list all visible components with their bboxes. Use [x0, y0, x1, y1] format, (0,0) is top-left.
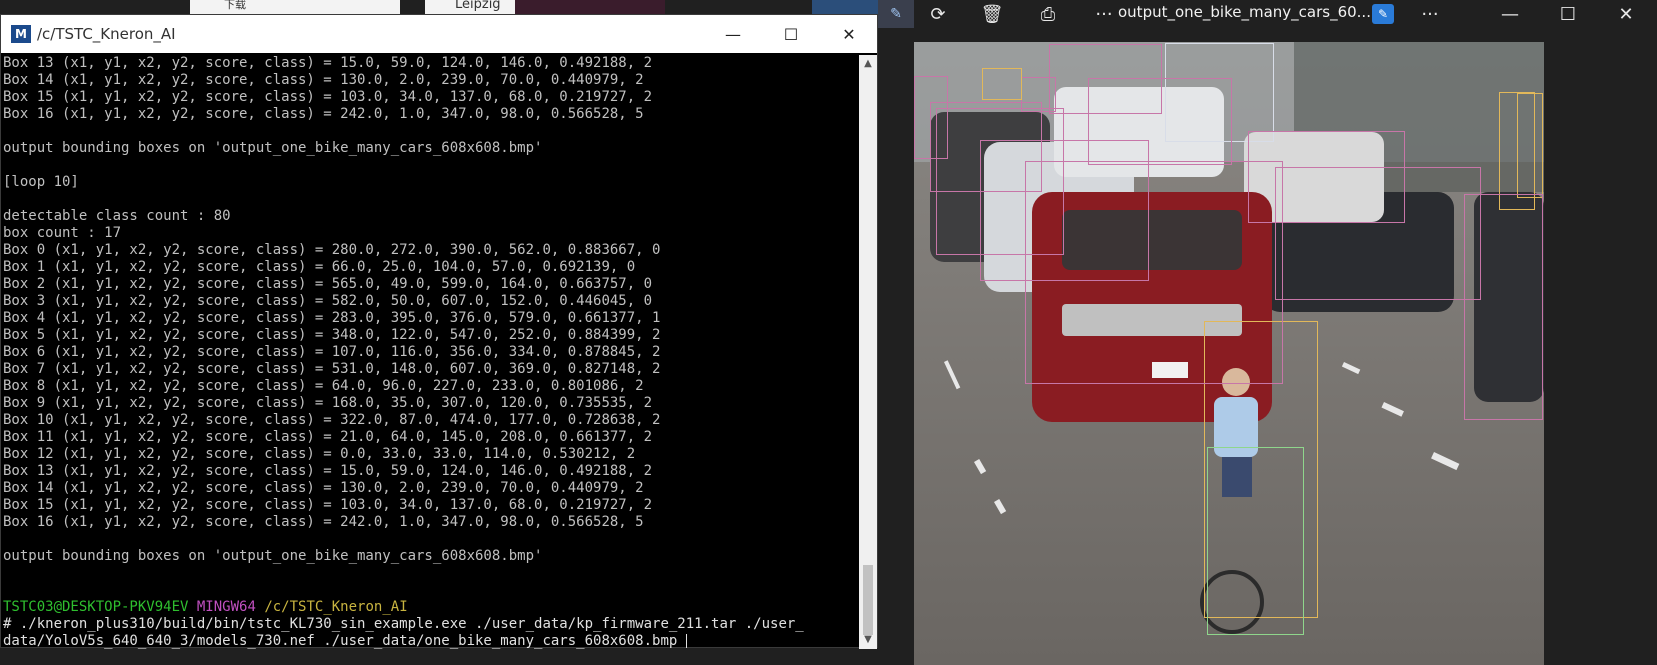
- scroll-down-arrow-icon[interactable]: ▼: [859, 631, 877, 649]
- terminal-output-line: Box 3 (x1, y1, x2, y2, score, class) = 5…: [3, 293, 653, 309]
- detection-box: [982, 67, 1022, 101]
- terminal-output-line: Box 14 (x1, y1, x2, y2, score, class) = …: [3, 72, 644, 88]
- delete-icon: 🗑: [980, 3, 1004, 25]
- mintty-app-icon: M: [11, 25, 31, 43]
- terminal-output-line: output bounding boxes on 'output_one_bik…: [3, 548, 543, 564]
- image-filename: output_one_bike_many_cars_60...: [1118, 3, 1371, 21]
- terminal-output[interactable]: Box 13 (x1, y1, x2, y2, score, class) = …: [1, 55, 859, 649]
- close-button[interactable]: ✕: [821, 15, 877, 53]
- edit-partial-button[interactable]: ✎: [878, 0, 914, 28]
- delete-button[interactable]: 🗑: [968, 0, 1016, 28]
- rotate-button[interactable]: ⟳: [914, 0, 962, 28]
- terminal-output-line: Box 1 (x1, y1, x2, y2, score, class) = 6…: [3, 259, 636, 275]
- scrollbar-thumb[interactable]: [863, 565, 873, 635]
- prompt-path: /c/TSTC_Kneron_AI: [264, 599, 408, 615]
- background-tab-label: Leipzig: [455, 0, 501, 12]
- viewer-minimize-button[interactable]: —: [1486, 0, 1534, 28]
- terminal-output-line: Box 4 (x1, y1, x2, y2, score, class) = 2…: [3, 310, 661, 326]
- background-window-tab: Leipzig: [425, 0, 515, 14]
- terminal-output-line: Box 12 (x1, y1, x2, y2, score, class) = …: [3, 446, 636, 462]
- photo-viewer-window: ✎ ⟳ 🗑 ⎙ ··· output_one_bike_many_cars_60…: [878, 0, 1657, 665]
- minimize-button[interactable]: —: [705, 15, 761, 53]
- close-icon: ✕: [842, 24, 856, 44]
- terminal-output-line: Box 8 (x1, y1, x2, y2, score, class) = 6…: [3, 378, 644, 394]
- detection-result-image: [914, 42, 1544, 665]
- terminal-output-line: Box 16 (x1, y1, x2, y2, score, class) = …: [3, 514, 644, 530]
- maximize-icon: ☐: [783, 24, 799, 44]
- background-window-edge: [812, 0, 878, 14]
- scroll-up-arrow-icon[interactable]: ▲: [859, 55, 877, 73]
- terminal-title: /c/TSTC_Kneron_AI: [37, 25, 176, 43]
- edit-icon: ✎: [1377, 7, 1389, 21]
- edit-partial-icon: ✎: [890, 6, 902, 22]
- detection-box: [1464, 193, 1543, 421]
- prompt-env: MINGW64: [196, 599, 256, 615]
- terminal-output-line: Box 11 (x1, y1, x2, y2, score, class) = …: [3, 429, 653, 445]
- minimize-icon: —: [1501, 3, 1519, 25]
- terminal-output-line: detectable class count : 80: [3, 208, 231, 224]
- maximize-button[interactable]: ☐: [763, 15, 819, 53]
- terminal-window: M /c/TSTC_Kneron_AI — ☐ ✕ Box 13 (x1, y1…: [0, 14, 878, 649]
- terminal-output-line: [loop 10]: [3, 174, 79, 190]
- background-tab-label: 下载: [224, 0, 246, 11]
- print-icon: ⎙: [1040, 3, 1056, 25]
- viewer-close-button[interactable]: ✕: [1602, 0, 1650, 28]
- terminal-output-line: Box 7 (x1, y1, x2, y2, score, class) = 5…: [3, 361, 661, 377]
- minimize-icon: —: [725, 24, 741, 44]
- terminal-output-line: Box 15 (x1, y1, x2, y2, score, class) = …: [3, 497, 653, 513]
- rotate-icon: ⟳: [930, 3, 946, 25]
- more-icon: ···: [1421, 3, 1439, 25]
- text-cursor: [685, 634, 687, 648]
- more-icon: ···: [1095, 3, 1113, 25]
- print-button[interactable]: ⎙: [1024, 0, 1072, 28]
- detection-box: [1020, 76, 1056, 112]
- terminal-output-line: Box 16 (x1, y1, x2, y2, score, class) = …: [3, 106, 644, 122]
- terminal-titlebar[interactable]: M /c/TSTC_Kneron_AI — ☐ ✕: [1, 15, 877, 53]
- maximize-icon: ☐: [1559, 3, 1577, 25]
- detection-box: [1088, 77, 1233, 165]
- terminal-output-line: Box 13 (x1, y1, x2, y2, score, class) = …: [3, 463, 653, 479]
- terminal-output-line: box count : 17: [3, 225, 122, 241]
- terminal-output-line: output bounding boxes on 'output_one_bik…: [3, 140, 543, 156]
- terminal-output-line: Box 13 (x1, y1, x2, y2, score, class) = …: [3, 55, 653, 71]
- detection-box: [1247, 131, 1406, 224]
- terminal-scrollbar[interactable]: ▲ ▼: [859, 55, 877, 649]
- command-text: data/YoloV5s_640_640_3/models_730.nef ./…: [3, 633, 686, 649]
- terminal-output-line: Box 9 (x1, y1, x2, y2, score, class) = 1…: [3, 395, 653, 411]
- shell-prompt: TSTC03@DESKTOP-PKV94EV MINGW64 /c/TSTC_K…: [1, 599, 859, 616]
- background-window-edge: [515, 0, 665, 14]
- close-icon: ✕: [1618, 3, 1634, 25]
- viewer-maximize-button[interactable]: ☐: [1544, 0, 1592, 28]
- terminal-output-line: Box 15 (x1, y1, x2, y2, score, class) = …: [3, 89, 653, 105]
- detection-box: [1517, 93, 1543, 198]
- terminal-output-line: Box 6 (x1, y1, x2, y2, score, class) = 1…: [3, 344, 661, 360]
- terminal-output-line: Box 5 (x1, y1, x2, y2, score, class) = 3…: [3, 327, 661, 343]
- command-line-wrap[interactable]: data/YoloV5s_640_640_3/models_730.nef ./…: [1, 633, 859, 649]
- detection-box: [1207, 446, 1304, 636]
- command-line[interactable]: # ./kneron_plus310/build/bin/tstc_KL730_…: [1, 616, 859, 633]
- detection-box: [914, 75, 949, 159]
- terminal-output-line: Box 10 (x1, y1, x2, y2, score, class) = …: [3, 412, 661, 428]
- terminal-output-line: Box 14 (x1, y1, x2, y2, score, class) = …: [3, 480, 644, 496]
- terminal-output-line: Box 0 (x1, y1, x2, y2, score, class) = 2…: [3, 242, 661, 258]
- viewer-more-button[interactable]: ···: [1406, 0, 1454, 28]
- terminal-output-line: Box 2 (x1, y1, x2, y2, score, class) = 5…: [3, 276, 653, 292]
- prompt-user-host: TSTC03@DESKTOP-PKV94EV: [3, 599, 189, 615]
- detection-box: [935, 107, 1065, 256]
- background-window-tab: 下载: [190, 0, 400, 14]
- edit-image-button[interactable]: ✎: [1372, 4, 1394, 24]
